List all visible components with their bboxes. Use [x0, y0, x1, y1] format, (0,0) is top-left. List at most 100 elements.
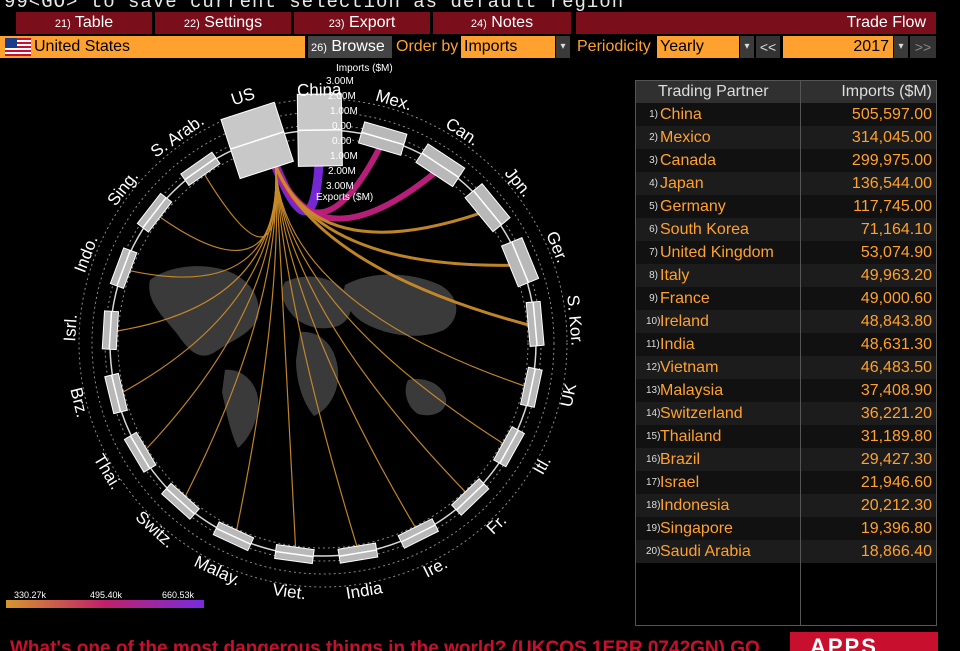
table-row[interactable]: 17) Israel 21,946.60	[636, 471, 936, 494]
row-rank: 4)	[649, 178, 658, 189]
trade-flow-chart: US China Mex.Can.Jpn.Ger.S. Kor.UKItl.Fr.I…	[6, 63, 587, 608]
apps-button[interactable]: APPS	[790, 632, 938, 651]
country-label: Jpn.	[501, 164, 536, 201]
node-switz[interactable]	[160, 482, 200, 520]
news-ticker[interactable]: What's one of the most dangerous things …	[10, 640, 780, 651]
row-partner: Vietnam	[660, 359, 719, 376]
country-label: Isrl.	[60, 314, 81, 342]
prev-year-button[interactable]: <<	[756, 36, 780, 58]
row-rank: 12)	[646, 362, 661, 373]
year-dropdown-icon[interactable]: ▾	[894, 36, 908, 58]
row-rank: 10)	[646, 316, 661, 327]
command-hint: 99<GO> to save current selection as defa…	[0, 0, 960, 12]
notes-button[interactable]: 24) Notes	[433, 12, 571, 34]
node-thai[interactable]	[123, 431, 157, 473]
node-mex[interactable]	[357, 121, 408, 156]
country-value: United States	[34, 38, 131, 55]
scale-tick: 0.00	[332, 121, 352, 132]
table-row[interactable]: 20) Saudi Arabia 18,866.40	[636, 540, 936, 563]
settings-button-num: 22)	[183, 18, 200, 30]
country-label: Thai.	[90, 451, 126, 493]
row-partner: Mexico	[660, 129, 711, 146]
country-label: Malay.	[191, 552, 243, 590]
node-uk[interactable]	[519, 366, 543, 408]
table-row[interactable]: 7) United Kingdom 53,074.90	[636, 241, 936, 264]
col-header-partner[interactable]: Trading Partner	[658, 81, 769, 103]
browse-button[interactable]: 26) Browse	[308, 36, 392, 58]
row-imports: 37,408.90	[860, 382, 932, 399]
row-rank: 15)	[646, 431, 661, 442]
node-s-kor[interactable]	[525, 300, 545, 347]
order-by-select[interactable]: Imports	[461, 36, 555, 58]
row-rank: 13)	[646, 385, 661, 396]
settings-button[interactable]: 22) Settings	[155, 12, 291, 34]
table-row[interactable]: 18) Indonesia 20,212.30	[636, 494, 936, 517]
row-rank: 5)	[649, 201, 658, 212]
country-label: Brz.	[66, 386, 92, 420]
row-partner: Canada	[660, 152, 717, 169]
table-row[interactable]: 19) Singapore 19,396.80	[636, 517, 936, 540]
node-ger[interactable]	[500, 237, 540, 288]
row-imports: 18,866.40	[860, 543, 932, 560]
order-by-dropdown-icon[interactable]: ▾	[556, 36, 570, 58]
col-header-imports[interactable]: Imports ($M)	[841, 81, 932, 103]
us-flag-icon	[5, 38, 31, 56]
table-button[interactable]: 21) Table	[16, 12, 152, 34]
row-partner: Thailand	[660, 428, 722, 445]
row-partner: Switzerland	[660, 405, 743, 422]
column-divider	[800, 81, 801, 625]
browse-num: 26)	[311, 42, 327, 54]
scale-title-exports: Exports ($M)	[316, 192, 373, 203]
command-hint-text: 99<GO> to save current selection as defa…	[4, 0, 625, 12]
node-indo[interactable]	[109, 247, 138, 290]
country-label: Ger.	[542, 229, 572, 266]
row-imports: 71,164.10	[860, 221, 932, 238]
row-rank: 19)	[646, 523, 661, 534]
node-us[interactable]	[220, 101, 295, 180]
row-rank: 11)	[646, 339, 660, 350]
table-row[interactable]: 6) South Korea 71,164.10	[636, 218, 936, 241]
node-itl[interactable]	[492, 426, 526, 468]
country-label: S. Kor.	[563, 294, 586, 347]
row-rank: 16)	[646, 454, 661, 465]
export-button-label: Export	[349, 14, 396, 31]
table-row[interactable]: 15) Thailand 31,189.80	[636, 425, 936, 448]
table-row[interactable]: 13) Malaysia 37,408.90	[636, 379, 936, 402]
row-imports: 117,745.00	[853, 198, 932, 215]
export-button[interactable]: 23) Export	[294, 12, 430, 34]
row-partner: Brazil	[660, 451, 701, 468]
browse-label: Browse	[331, 38, 385, 55]
table-row[interactable]: 3) Canada 299,975.00	[636, 149, 936, 172]
table-row[interactable]: 11) India 48,631.30	[636, 333, 936, 356]
country-label: Viet.	[271, 580, 307, 603]
table-row[interactable]: 2) Mexico 314,045.00	[636, 126, 936, 149]
legend-tick: 660.53k	[162, 590, 195, 600]
node-isrl[interactable]	[101, 310, 120, 351]
table-row[interactable]: 14) Switzerland 36,221.20	[636, 402, 936, 425]
node-india[interactable]	[337, 542, 379, 564]
scale-tick: 0.00	[332, 136, 352, 147]
table-row[interactable]: 5) Germany 117,745.00	[636, 195, 936, 218]
table-row[interactable]: 10) Ireland 48,843.80	[636, 310, 936, 333]
periodicity-select[interactable]: Yearly	[657, 36, 739, 58]
news-ticker-text: What's one of the most dangerous things …	[10, 640, 760, 651]
node-malay[interactable]	[212, 521, 255, 552]
next-year-button[interactable]: >>	[910, 36, 936, 58]
apps-button-label: APPS	[810, 634, 878, 651]
table-row[interactable]: 16) Brazil 29,427.30	[636, 448, 936, 471]
table-row[interactable]: 8) Italy 49,963.20	[636, 264, 936, 287]
periodicity-label: Periodicity	[577, 38, 651, 55]
node-ire[interactable]	[397, 518, 440, 549]
country-label: Itl.	[530, 453, 555, 478]
table-row[interactable]: 12) Vietnam 46,483.50	[636, 356, 936, 379]
node-brz[interactable]	[104, 372, 128, 415]
table-row[interactable]: 9) France 49,000.60	[636, 287, 936, 310]
row-partner: Malaysia	[660, 382, 724, 399]
table-row[interactable]: 4) Japan 136,544.00	[636, 172, 936, 195]
row-partner: South Korea	[660, 221, 749, 238]
row-imports: 505,597.00	[851, 106, 932, 123]
table-row[interactable]: 1) China 505,597.00	[636, 103, 936, 126]
year-select[interactable]: 2017	[783, 36, 893, 58]
periodicity-dropdown-icon[interactable]: ▾	[740, 36, 754, 58]
legend-tick: 495.40k	[90, 590, 123, 600]
